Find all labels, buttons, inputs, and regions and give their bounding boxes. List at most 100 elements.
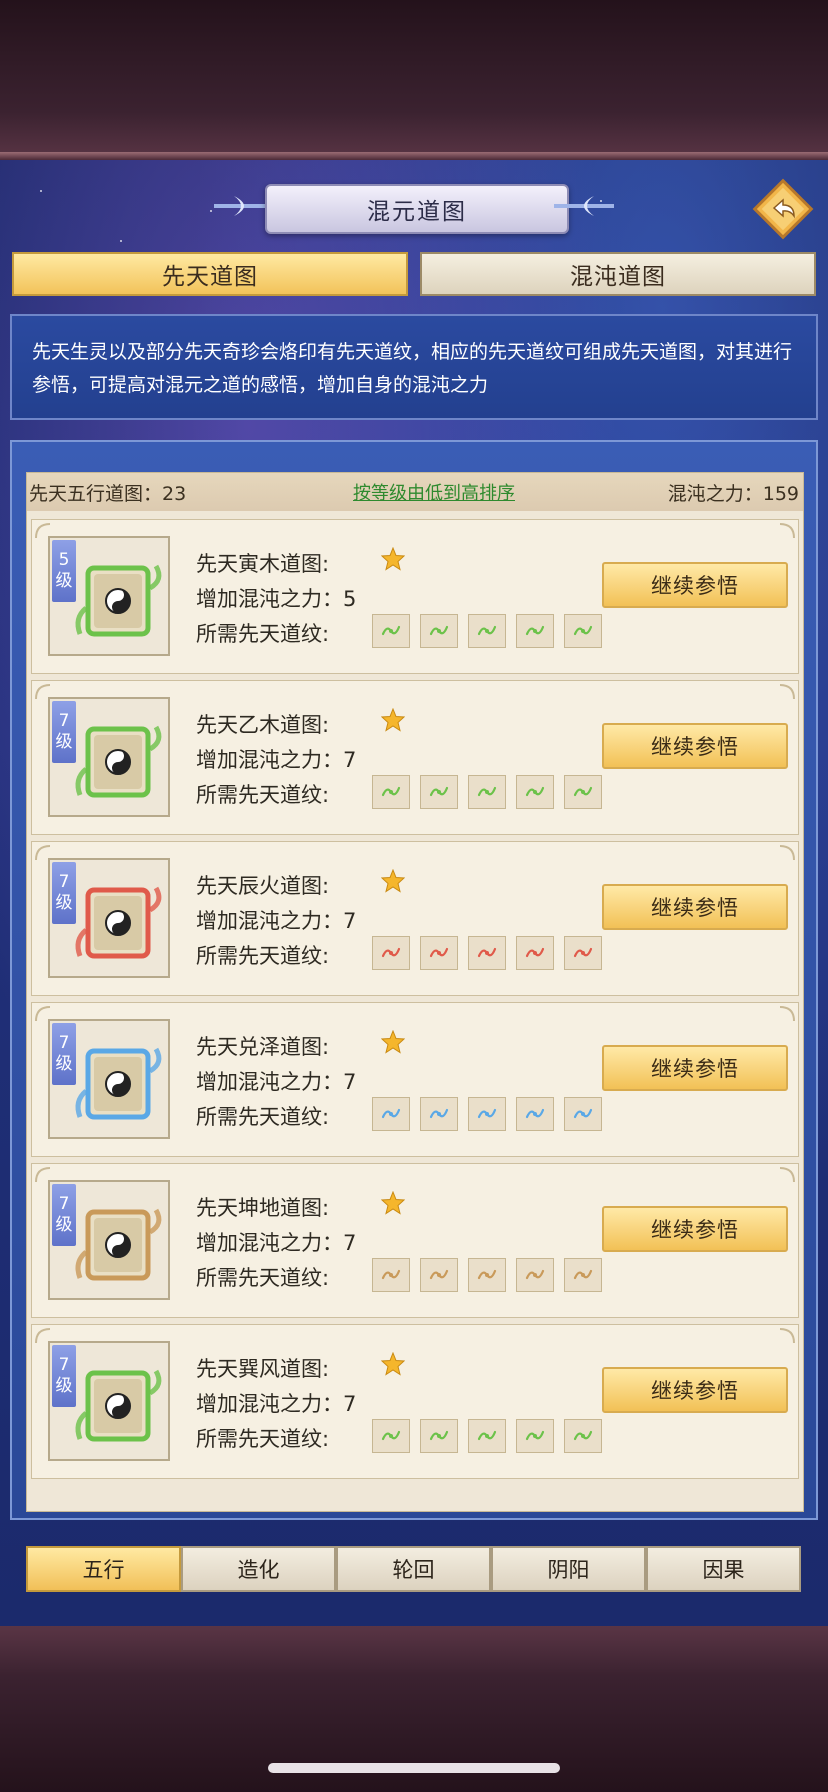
rune-slot[interactable] [516,1258,554,1292]
rune-slot[interactable] [420,775,458,809]
tab-wuxing[interactable]: 五行 [26,1546,181,1592]
star-icon [381,708,405,732]
tab-yinguo[interactable]: 因果 [646,1546,801,1592]
rune-glyph-icon [573,947,593,958]
tab-yinyang[interactable]: 阴阳 [491,1546,646,1592]
tao-map-item-slot[interactable]: 7 级 [48,697,170,817]
required-runes-label: 所需先天道纹: [196,1266,330,1290]
tao-map-card: 7 级 先天辰火道图: 增加混沌之力：7 所需先天道纹: 继续参悟 [31,841,799,996]
rune-slot[interactable] [372,936,410,970]
rune-slot[interactable] [516,1419,554,1453]
level-badge: 7 级 [52,701,76,763]
tao-map-name: 先天坤地道图: [196,1196,330,1220]
level-unit: 级 [55,732,73,752]
rune-slot[interactable] [420,1097,458,1131]
rune-slot[interactable] [564,1097,602,1131]
rune-glyph-icon [381,786,401,797]
rune-slot[interactable] [516,614,554,648]
rune-glyph-icon [477,625,497,636]
rune-slot[interactable] [468,936,506,970]
rune-slot[interactable] [516,775,554,809]
continue-comprehend-button[interactable]: 继续参悟 [602,562,788,608]
continue-comprehend-button[interactable]: 继续参悟 [602,884,788,930]
tao-map-scroll-icon [75,886,162,959]
rune-slot[interactable] [516,936,554,970]
star-icon [381,1191,405,1215]
rune-slot[interactable] [564,1258,602,1292]
continue-comprehend-button[interactable]: 继续参悟 [602,723,788,769]
chaos-power-total: 混沌之力：159 [667,482,799,505]
rune-glyph-icon [573,1269,593,1280]
rune-slot[interactable] [468,1258,506,1292]
star-icon [381,1030,405,1054]
rune-row [372,614,602,648]
rune-slot[interactable] [420,936,458,970]
rune-slot[interactable] [372,1258,410,1292]
card-corner-ornament-icon [779,1167,795,1183]
required-runes-label: 所需先天道纹: [196,944,330,968]
page-title: 混元道图 [265,184,569,234]
sort-link[interactable]: 按等级由低到高排序 [353,479,515,505]
chaos-power-bonus: 增加混沌之力：7 [196,1231,357,1255]
level-badge: 7 级 [52,862,76,924]
tao-map-scroll-icon [75,1208,162,1281]
rune-glyph-icon [477,1108,497,1119]
tab-xiantian[interactable]: 先天道图 [12,252,408,296]
list-panel[interactable]: 先天五行道图：23 按等级由低到高排序 混沌之力：159 5 级 先天寅木道图: [26,472,804,1512]
tao-map-name: 先天寅木道图: [196,552,330,576]
tao-map-name: 先天辰火道图: [196,874,330,898]
rune-slot[interactable] [372,1097,410,1131]
chaos-power-bonus: 增加混沌之力：7 [196,909,357,933]
tao-map-card: 7 级 先天乙木道图: 增加混沌之力：7 所需先天道纹: 继续参悟 [31,680,799,835]
rune-glyph-icon [429,1108,449,1119]
rune-glyph-icon [525,625,545,636]
rune-slot[interactable] [468,1419,506,1453]
tao-map-item-slot[interactable]: 7 级 [48,1341,170,1461]
tao-map-item-slot[interactable]: 7 级 [48,1180,170,1300]
level-number: 7 [58,1033,70,1053]
rune-glyph-icon [525,1269,545,1280]
level-unit: 级 [55,571,73,591]
rune-glyph-icon [525,1430,545,1441]
level-number: 7 [58,872,70,892]
rune-slot[interactable] [468,775,506,809]
tao-map-item-slot[interactable]: 5 级 [48,536,170,656]
rune-slot[interactable] [564,775,602,809]
rune-glyph-icon [429,1430,449,1441]
tab-zaohua[interactable]: 造化 [181,1546,336,1592]
rune-slot[interactable] [468,614,506,648]
rune-glyph-icon [429,947,449,958]
rune-row [372,936,602,970]
bg-star [40,190,42,192]
rune-slot[interactable] [372,614,410,648]
continue-comprehend-button[interactable]: 继续参悟 [602,1206,788,1252]
rune-slot[interactable] [420,1258,458,1292]
tab-hundun[interactable]: 混沌道图 [420,252,816,296]
stats-bar: 先天五行道图：23 按等级由低到高排序 混沌之力：159 [27,473,803,511]
rune-slot[interactable] [564,614,602,648]
rune-slot[interactable] [372,775,410,809]
rune-glyph-icon [429,1269,449,1280]
rune-slot[interactable] [420,1419,458,1453]
star-icon [381,869,405,893]
tab-lunhui[interactable]: 轮回 [336,1546,491,1592]
rune-slot[interactable] [372,1419,410,1453]
level-badge: 7 级 [52,1345,76,1407]
tao-map-item-slot[interactable]: 7 级 [48,858,170,978]
rune-slot[interactable] [468,1097,506,1131]
rune-slot[interactable] [564,1419,602,1453]
bottom-tabs: 五行 造化 轮回 阴阳 因果 [26,1546,802,1592]
continue-comprehend-button[interactable]: 继续参悟 [602,1367,788,1413]
rune-slot[interactable] [516,1097,554,1131]
chaos-power-bonus: 增加混沌之力：5 [196,587,357,611]
rune-row [372,1258,602,1292]
tao-map-item-slot[interactable]: 7 级 [48,1019,170,1139]
home-indicator[interactable] [268,1763,560,1773]
chaos-power-bonus: 增加混沌之力：7 [196,1070,357,1094]
star-icon [381,547,405,571]
rune-slot[interactable] [420,614,458,648]
continue-comprehend-button[interactable]: 继续参悟 [602,1045,788,1091]
back-arrow-icon[interactable] [752,178,814,240]
rune-slot[interactable] [564,936,602,970]
rune-glyph-icon [525,786,545,797]
